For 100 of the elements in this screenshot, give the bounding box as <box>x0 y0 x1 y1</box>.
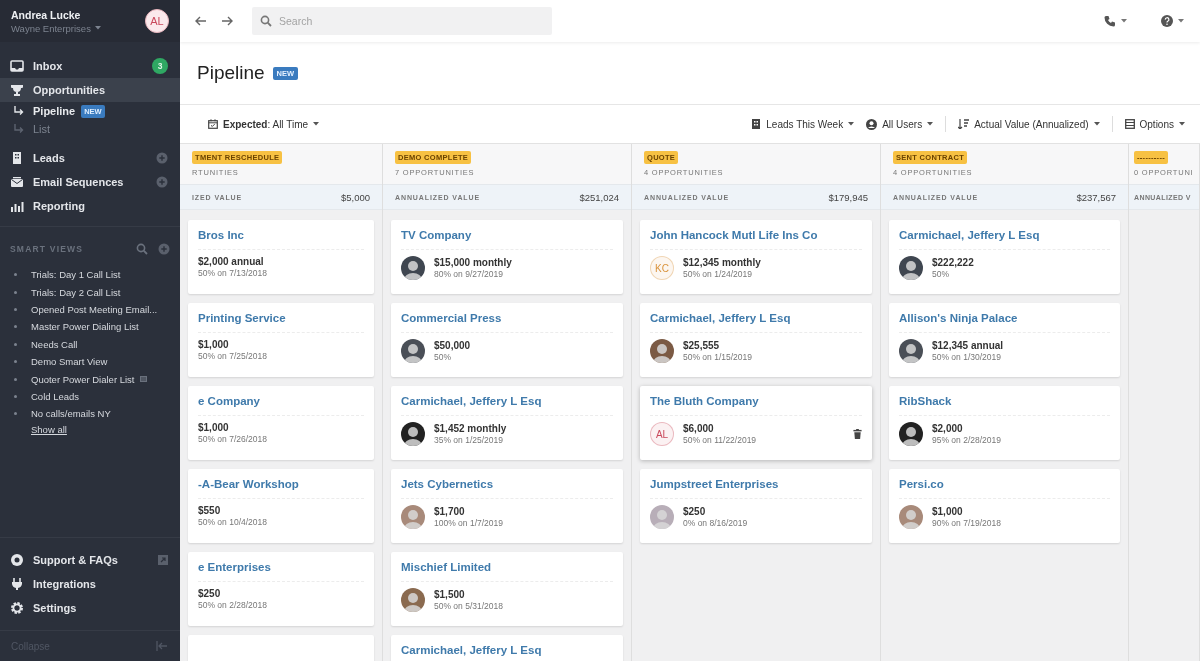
filter-dropdown[interactable]: Options <box>1118 115 1191 133</box>
nav-item[interactable]: Email Sequences <box>0 170 180 194</box>
company-name[interactable]: RibShack <box>899 395 1110 407</box>
smart-view-item[interactable]: No calls/emails NY <box>0 405 180 423</box>
show-all-link[interactable]: Show all <box>31 423 67 435</box>
smart-view-item[interactable]: Demo Smart View <box>0 352 180 371</box>
nav-item[interactable]: Opportunities <box>0 78 180 102</box>
deal-detail: 95% on 2/28/2019 <box>932 435 1002 445</box>
user-avatar[interactable]: AL <box>145 9 169 33</box>
smart-view-item[interactable]: Trials: Day 2 Call List <box>0 283 180 301</box>
smart-view-item[interactable]: Cold Leads <box>0 387 180 406</box>
opportunity-card[interactable]: Carmichael, Jeffery L Esq $25,555 50% on 1/15/2019 <box>640 303 872 377</box>
building-icon <box>751 119 762 129</box>
opportunity-card[interactable]: e Enterprises $250 50% on 2/28/2018 <box>188 552 374 626</box>
search-box[interactable]: Search <box>252 7 552 35</box>
company-name[interactable]: Jets Cybernetics <box>401 478 613 490</box>
opportunity-card[interactable]: Bros Inc $2,000 annual 50% on 7/13/2018 <box>188 220 374 294</box>
forward-arrow-icon[interactable] <box>221 15 234 27</box>
opportunity-card[interactable]: -A-Bear Workshop $550 50% on 10/4/2018 <box>188 469 374 543</box>
smart-view-item[interactable]: Quoter Power Dialer List <box>0 370 180 388</box>
company-name[interactable]: Bros Inc <box>198 229 364 241</box>
caret-icon <box>1121 19 1127 23</box>
caret-icon <box>1093 122 1100 126</box>
company-name[interactable]: Carmichael, Jeffery L Esq <box>899 229 1110 241</box>
opportunity-card[interactable]: Jets Cybernetics $1,700 100% on 1/7/2019 <box>391 469 623 543</box>
opportunity-card[interactable]: RibShack $2,000 95% on 2/28/2019 <box>889 386 1120 460</box>
company-name[interactable]: The Bluth Company <box>650 395 862 407</box>
add-icon[interactable] <box>158 243 170 255</box>
deal-amount: $12,345 monthly <box>683 257 762 268</box>
smart-view-item[interactable]: Master Power Dialing List <box>0 318 180 336</box>
company-name[interactable]: Jumpstreet Enterprises <box>650 478 862 490</box>
search-field[interactable]: Search <box>279 11 544 31</box>
smart-view-label: Trials: Day 2 Call List <box>31 286 121 298</box>
opportunity-card[interactable]: The Bluth Company AL $6,000 50% on 11/22/2019 <box>640 386 872 460</box>
trash-icon[interactable] <box>853 429 862 439</box>
avatar: AL <box>650 422 674 446</box>
opportunity-card[interactable]: Commercial Press $50,000 50% <box>391 303 623 377</box>
company-name[interactable]: Persi.co <box>899 478 1110 490</box>
avatar-icon <box>899 256 923 280</box>
nav-item[interactable]: Reporting <box>0 194 180 218</box>
smart-view-item[interactable]: Opened Post Meeting Email... <box>0 300 180 319</box>
nav-item[interactable]: Integrations <box>0 572 180 596</box>
help-icon <box>1161 15 1173 27</box>
help-menu-button[interactable] <box>1159 13 1186 29</box>
smart-view-item[interactable]: Needs Call <box>0 335 180 353</box>
company-name[interactable]: e Company <box>198 395 364 407</box>
filter-dropdown[interactable]: Leads This Week <box>745 115 861 133</box>
opportunity-card[interactable]: Persi.co $1,000 90% on 7/19/2018 <box>889 469 1120 543</box>
company-name[interactable]: Commercial Press <box>401 312 613 324</box>
nav-item[interactable]: Inbox 3 <box>0 54 180 78</box>
deal-amount: $12,345 annual <box>932 340 1005 351</box>
deal-detail: 50% on 7/13/2018 <box>198 268 268 278</box>
opportunity-card[interactable]: TV Company $15,000 monthly 80% on 9/27/2019 <box>391 220 623 294</box>
opportunity-card[interactable]: e Company $1,000 50% on 7/26/2018 <box>188 386 374 460</box>
filter-dropdown[interactable]: Actual Value (Annualized) <box>952 115 1106 133</box>
opportunity-card[interactable]: Carmichael, Jeffery L Esq <box>391 635 623 661</box>
smart-view-label: Quoter Power Dialer List <box>31 373 135 385</box>
opportunity-card[interactable]: Mischief Limited $1,500 50% on 5/31/2018 <box>391 552 623 626</box>
search-icon[interactable] <box>136 243 148 255</box>
value-amount: $179,945 <box>828 191 868 203</box>
sort-icon <box>958 119 970 129</box>
opportunity-card[interactable]: John Hancock Mutl Life Ins Co KC $12,345 monthly 50% on 1/24/2019 <box>640 220 872 294</box>
nav-item[interactable]: Leads <box>0 146 180 170</box>
deal-detail: 50% on 7/26/2018 <box>198 434 268 444</box>
nav-item[interactable]: Settings <box>0 596 180 620</box>
company-name[interactable]: TV Company <box>401 229 613 241</box>
nav-subitem[interactable]: List <box>0 120 180 138</box>
company-name[interactable]: John Hancock Mutl Life Ins Co <box>650 229 862 241</box>
deal-detail: 50% on 11/22/2019 <box>683 435 758 445</box>
smart-view-item[interactable]: Trials: Day 1 Call List <box>0 266 180 284</box>
organization-name[interactable]: Wayne Enterprises <box>11 22 91 34</box>
user-header[interactable]: Andrea Lucke Wayne Enterprises AL <box>0 0 180 42</box>
avatar-icon <box>899 505 923 529</box>
company-name[interactable]: Mischief Limited <box>401 561 613 573</box>
add-icon[interactable] <box>156 152 168 164</box>
opportunity-card[interactable]: Allison's Ninja Palace $12,345 annual 50% on 1/30/2019 <box>889 303 1120 377</box>
opportunity-card[interactable]: Jumpstreet Enterprises $250 0% on 8/16/2019 <box>640 469 872 543</box>
filter-dropdown[interactable]: Expected: All Time <box>202 115 326 133</box>
company-name[interactable]: Carmichael, Jeffery L Esq <box>650 312 862 324</box>
add-icon[interactable] <box>156 176 168 188</box>
company-name[interactable]: e Enterprises <box>198 561 364 573</box>
deal-detail: 50% <box>434 352 452 362</box>
company-name[interactable]: Carmichael, Jeffery L Esq <box>401 395 613 407</box>
smart-view-label: Demo Smart View <box>31 356 108 368</box>
opportunity-card[interactable]: Carmichael, Jeffery L Esq $1,452 monthly 35% on 1/25/2019 <box>391 386 623 460</box>
filter-dropdown[interactable]: All Users <box>860 115 940 133</box>
company-name[interactable]: Carmichael, Jeffery L Esq <box>401 644 613 656</box>
back-arrow-icon[interactable] <box>194 15 207 27</box>
nav-item[interactable]: Support & FAQs <box>0 548 180 572</box>
deal-amount: $1,700 <box>434 506 466 517</box>
company-name[interactable]: Allison's Ninja Palace <box>899 312 1110 324</box>
phone-menu-button[interactable] <box>1102 13 1129 29</box>
avatar-icon <box>401 505 425 529</box>
search-icon[interactable] <box>260 15 272 27</box>
company-name[interactable]: Printing Service <box>198 312 364 324</box>
deal-amount: $25,555 <box>683 340 721 351</box>
company-name[interactable]: -A-Bear Workshop <box>198 478 364 490</box>
opportunity-card[interactable]: Printing Service $1,000 50% on 7/25/2018 <box>188 303 374 377</box>
opportunity-card[interactable]: Carmichael, Jeffery L Esq $222,222 50% <box>889 220 1120 294</box>
deal-amount: $250 <box>683 506 707 517</box>
